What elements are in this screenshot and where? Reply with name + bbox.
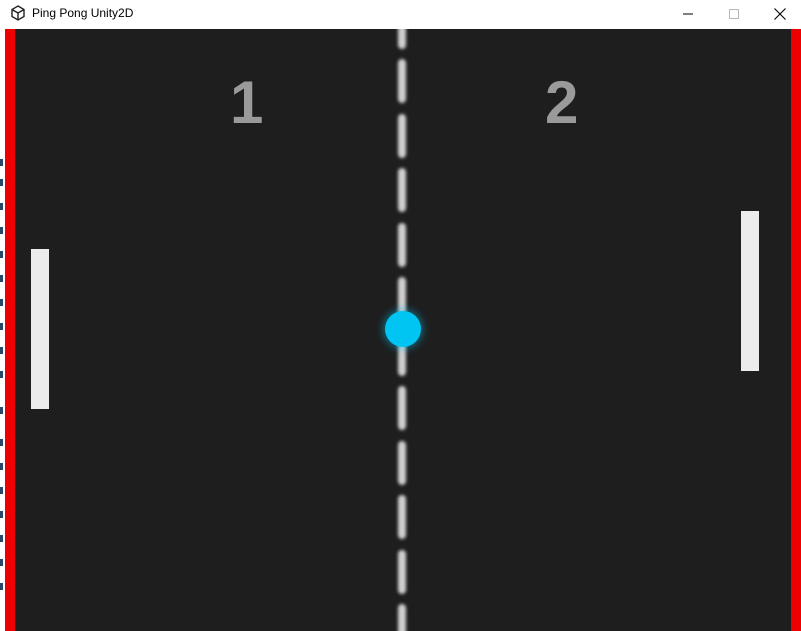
right-paddle[interactable] [741, 211, 759, 371]
minimize-icon [683, 9, 693, 19]
close-button[interactable] [757, 0, 801, 28]
left-paddle[interactable] [31, 249, 49, 409]
maximize-button[interactable] [711, 0, 757, 28]
net-dash [398, 114, 406, 158]
net-dash [398, 29, 406, 49]
right-player-score: 2 [545, 69, 579, 136]
minimize-button[interactable] [665, 0, 711, 28]
maximize-icon [729, 9, 739, 19]
right-goal-wall [791, 29, 801, 631]
left-goal-wall [5, 29, 15, 631]
net-dash [398, 168, 406, 212]
net-dash [398, 223, 406, 267]
net-dash [398, 604, 406, 631]
net-dash [398, 386, 406, 430]
ball [385, 311, 421, 347]
left-player-score: 1 [230, 69, 264, 136]
net-dash [398, 441, 406, 485]
game-canvas[interactable]: 1 2 [0, 29, 801, 631]
unity-icon [10, 5, 26, 21]
title-bar[interactable]: Ping Pong Unity2D [0, 0, 801, 28]
net-dash [398, 59, 406, 103]
net-dash [398, 550, 406, 594]
net-dash [398, 495, 406, 539]
close-icon [774, 8, 786, 20]
window-title: Ping Pong Unity2D [32, 6, 134, 20]
game-window: Ping Pong Unity2D 1 2 [0, 0, 801, 631]
